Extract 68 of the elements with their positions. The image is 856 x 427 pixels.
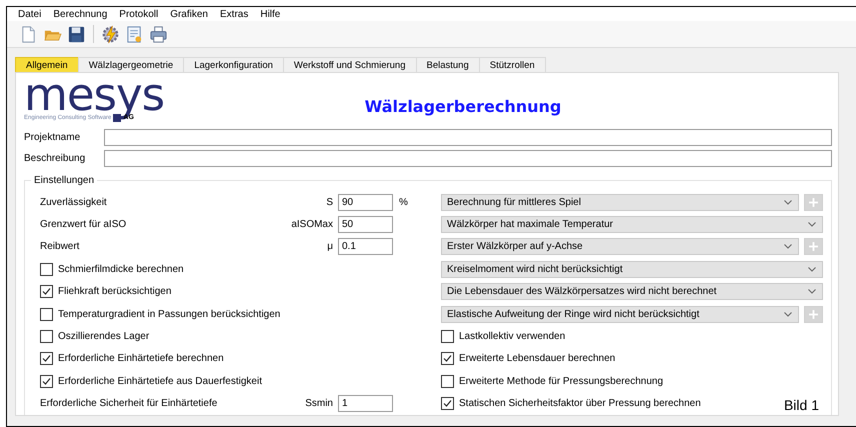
chevron-icon (808, 266, 816, 272)
menu-item[interactable]: Protokoll (113, 8, 164, 20)
dropdown[interactable]: Erster Wälzkörper auf y-Achse (441, 238, 799, 256)
checkbox-label: Oszillierendes Lager (58, 330, 150, 342)
chevron-icon (808, 289, 816, 294)
checkbox-label: Erweiterte Methode für Pressungsberechnung (459, 376, 664, 387)
group-title: Einstellungen (31, 175, 98, 186)
gear-lightning-icon[interactable] (101, 24, 120, 44)
tab[interactable]: Belastung (416, 57, 480, 72)
parameter-label: Erforderliche Sicherheit für Einhärtetiefe (40, 398, 218, 410)
checkbox-label: Schmierfilmdicke berechnen (58, 264, 184, 275)
dropdown[interactable]: Die Lebensdauer des Wälzkörpersatzes wird nicht berechnet (441, 283, 823, 300)
checked-checkbox[interactable] (40, 352, 53, 366)
save-icon[interactable] (67, 24, 86, 44)
checked-checkbox[interactable] (40, 285, 53, 298)
printer-icon[interactable] (149, 24, 168, 44)
chevron-icon (784, 200, 792, 205)
menu-item[interactable]: Grafiken (164, 8, 214, 20)
chevron-icon (808, 222, 816, 227)
figure-caption: Bild 1 (784, 397, 819, 413)
unit-label: % (398, 196, 409, 208)
symbol-label: S (326, 196, 333, 208)
checkbox-label: Statischen Sicherheitsfaktor über Pressung berechnen (459, 398, 701, 410)
text-field[interactable] (104, 150, 832, 168)
menu-item[interactable]: Hilfe (254, 8, 286, 20)
symbol-label: Ssmin (305, 398, 333, 410)
input-field[interactable]: 0.1 (338, 238, 393, 256)
dropdown[interactable]: Berechnung für mittleres Spiel (441, 194, 799, 211)
dropdown[interactable]: Kreiselmoment wird nicht berücksichtigt (441, 260, 823, 278)
chevron-icon (784, 244, 792, 250)
input-field[interactable]: 1 (338, 395, 393, 412)
checked-checkbox[interactable] (40, 374, 53, 388)
dropdown[interactable]: Elastische Aufweitung der Ringe wird nicht berücksichtigt (441, 306, 799, 323)
checkbox[interactable] (40, 308, 53, 321)
field-label: Beschreibung (24, 153, 86, 164)
symbol-label: aISOMax (291, 218, 333, 230)
menu-item[interactable]: Datei (12, 8, 48, 20)
checkbox[interactable] (40, 330, 53, 343)
checkbox[interactable] (40, 262, 53, 276)
checkbox[interactable] (441, 330, 454, 343)
checkbox-label: Erforderliche Einhärtetiefe berechnen (58, 353, 224, 364)
checked-checkbox[interactable] (441, 397, 454, 410)
tab[interactable]: Stützrollen (478, 57, 546, 72)
input-field[interactable]: 90 (338, 194, 393, 211)
checked-checkbox[interactable] (441, 352, 454, 366)
tab[interactable]: Lagerkonfiguration (183, 57, 284, 72)
report-icon[interactable] (125, 24, 144, 44)
checkbox[interactable] (441, 374, 454, 388)
checkbox-label: Fliehkraft berücksichtigen (58, 286, 172, 298)
parameter-label: Zuverlässigkeit (40, 196, 108, 208)
symbol-label: μ (327, 241, 333, 252)
tab[interactable]: Allgemein (15, 57, 79, 72)
checkbox-label: Erforderliche Einhärtetiefe aus Dauerfestigkeit (58, 376, 262, 387)
text-field[interactable] (104, 129, 832, 146)
parameter-label: Grenzwert für aISO (40, 218, 128, 230)
dropdown[interactable]: Wälzkörper hat maximale Temperatur (441, 216, 823, 233)
checkbox-label: Temperaturgradient in Passungen berücksichtigen (58, 308, 280, 320)
page-title: Wälzlagerberechnung (364, 96, 562, 116)
field-label: Projektname (24, 132, 82, 144)
tab[interactable]: Wälzlagergeometrie (78, 57, 184, 72)
chevron-icon (784, 312, 792, 317)
checkbox-label: Lastkollektiv verwenden (459, 330, 566, 342)
checkbox-label: Erweiterte Lebensdauer berechnen (459, 353, 616, 364)
menu-item[interactable]: Berechnung (47, 8, 114, 20)
tab[interactable]: Werkstoff und Schmierung (282, 57, 416, 72)
parameter-label: Reibwert (40, 241, 80, 252)
menu-item[interactable]: Extras (214, 8, 254, 20)
input-field[interactable]: 50 (338, 216, 393, 233)
